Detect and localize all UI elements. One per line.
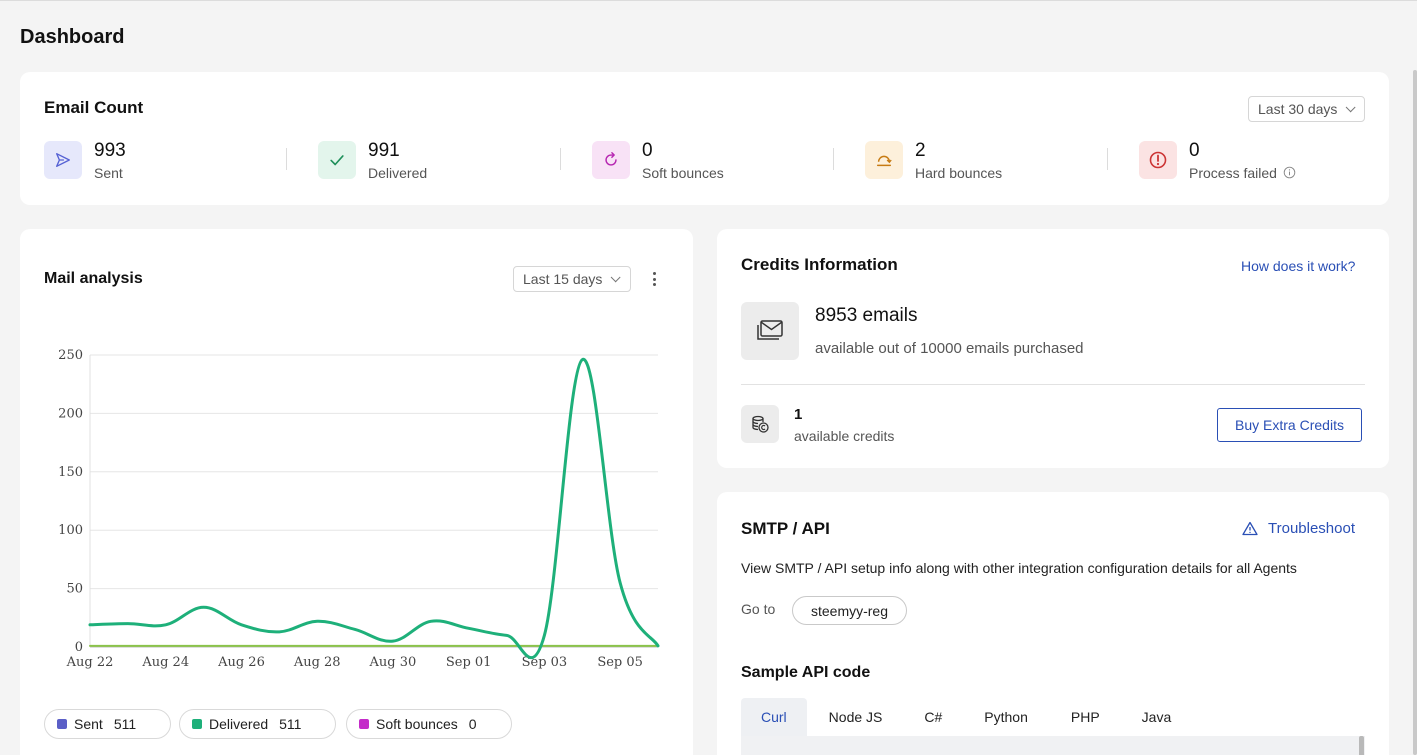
- troubleshoot-label: Troubleshoot: [1268, 520, 1355, 537]
- stat-value: 0: [642, 139, 653, 161]
- troubleshoot-link[interactable]: Troubleshoot: [1242, 520, 1355, 537]
- y-tick-label: 50: [66, 582, 83, 597]
- x-tick-label: Sep 01: [446, 655, 492, 670]
- smtp-description: View SMTP / API setup info along with ot…: [741, 560, 1297, 576]
- code-language-tabs: Curl Node JS C# Python PHP Java: [741, 698, 1192, 736]
- warning-icon: [1242, 521, 1258, 536]
- credits-subtitle: available credits: [794, 428, 895, 444]
- top-border: [0, 0, 1417, 1]
- buy-extra-credits-button[interactable]: Buy Extra Credits: [1217, 408, 1362, 442]
- legend-delivered[interactable]: Delivered 511: [179, 709, 336, 739]
- stat-process-failed: 0 Process failed: [1139, 139, 1296, 181]
- x-tick-label: Aug 26: [217, 655, 265, 670]
- legend-label: Soft bounces: [376, 716, 458, 732]
- stat-value: 2: [915, 139, 926, 161]
- stat-soft-bounces: 0 Soft bounces: [592, 139, 724, 181]
- y-tick-label: 100: [58, 523, 83, 538]
- email-count-range-dropdown[interactable]: Last 30 days: [1248, 96, 1365, 122]
- stat-value: 993: [94, 139, 126, 161]
- y-tick-label: 150: [58, 465, 83, 480]
- y-tick-label: 0: [75, 640, 83, 655]
- email-count-title: Email Count: [44, 98, 144, 117]
- legend-sent[interactable]: Sent 511: [44, 709, 171, 739]
- x-tick-label: Aug 22: [66, 655, 114, 670]
- info-icon[interactable]: [1283, 166, 1296, 179]
- bounce-back-icon: [865, 141, 903, 179]
- legend-value: 511: [113, 716, 137, 732]
- stat-label: Hard bounces: [915, 164, 1003, 181]
- mail-analysis-title: Mail analysis: [44, 270, 143, 287]
- divider: [1107, 148, 1108, 170]
- stat-label: Sent: [94, 164, 123, 181]
- y-tick-label: 200: [58, 406, 83, 421]
- stat-label: Delivered: [368, 164, 428, 181]
- stat-sent: 993 Sent: [44, 139, 126, 181]
- credits-count: 1: [794, 406, 803, 423]
- stat-value: 0: [1189, 139, 1200, 161]
- tab-php[interactable]: PHP: [1050, 698, 1121, 736]
- legend-soft-bounces[interactable]: Soft bounces 0: [346, 709, 512, 739]
- smtp-api-title: SMTP / API: [741, 519, 830, 538]
- tab-java[interactable]: Java: [1121, 698, 1193, 736]
- chevron-down-icon: [1346, 101, 1356, 112]
- range-label: Last 30 days: [1258, 101, 1338, 117]
- stat-hard-bounces: 2 Hard bounces: [865, 139, 1003, 181]
- stat-label: Process failed: [1189, 165, 1296, 181]
- credits-divider: [741, 384, 1365, 385]
- stat-value: 991: [368, 139, 400, 161]
- goto-label: Go to: [741, 601, 776, 617]
- more-options-icon[interactable]: [648, 270, 660, 288]
- how-does-it-work-link[interactable]: How does it work?: [1241, 258, 1355, 274]
- code-scrollbar[interactable]: [1359, 736, 1364, 755]
- stat-delivered: 991 Delivered: [318, 139, 428, 181]
- agent-chip[interactable]: steemyy-reg: [792, 596, 907, 625]
- send-icon: [44, 141, 82, 179]
- coins-icon: [741, 405, 779, 443]
- page-scrollbar[interactable]: [1413, 70, 1417, 755]
- sample-api-title: Sample API code: [741, 664, 871, 681]
- legend-swatch: [57, 719, 67, 729]
- credits-title: Credits Information: [741, 255, 898, 274]
- email-count-card: Email Count Last 30 days 993 Sent 991 De…: [20, 72, 1389, 205]
- divider: [560, 148, 561, 170]
- x-tick-label: Sep 05: [597, 655, 643, 670]
- x-tick-label: Aug 28: [293, 655, 341, 670]
- x-tick-label: Aug 24: [141, 655, 189, 670]
- emails-count: 8953 emails: [815, 305, 918, 326]
- x-tick-label: Aug 30: [369, 655, 417, 670]
- series-line: [88, 358, 660, 660]
- stat-label: Soft bounces: [642, 164, 724, 181]
- mail-analysis-chart: 0 50 100 150 200 250 Aug 22 Aug 24 Aug 26 Aug 28 A…: [58, 348, 660, 670]
- chevron-down-icon: [611, 271, 621, 282]
- page-title: Dashboard: [20, 26, 125, 48]
- check-icon: [318, 141, 356, 179]
- mail-analysis-card: Mail analysis Last 15 days 0 50 100 150 200 2…: [20, 229, 693, 755]
- emails-subtitle: available out of 10000 emails purchased: [815, 340, 1084, 357]
- tab-curl[interactable]: Curl: [741, 698, 807, 736]
- legend-value: 0: [468, 716, 477, 732]
- refresh-icon: [592, 141, 630, 179]
- divider: [286, 148, 287, 170]
- legend-swatch: [359, 719, 369, 729]
- y-tick-label: 250: [58, 348, 83, 363]
- alert-circle-icon: [1139, 141, 1177, 179]
- smtp-api-card: SMTP / API Troubleshoot View SMTP / API …: [717, 492, 1389, 755]
- envelope-icon: [741, 302, 799, 360]
- legend-value: 511: [279, 716, 302, 732]
- divider: [833, 148, 834, 170]
- range-label: Last 15 days: [523, 271, 603, 287]
- legend-swatch: [192, 719, 202, 729]
- code-sample-area: [741, 736, 1365, 755]
- tab-node-js[interactable]: Node JS: [807, 698, 905, 736]
- tab-csharp[interactable]: C#: [904, 698, 962, 736]
- legend-label: Sent: [74, 716, 103, 732]
- tab-python[interactable]: Python: [962, 698, 1050, 736]
- mail-analysis-range-dropdown[interactable]: Last 15 days: [513, 266, 631, 292]
- credits-card: Credits Information How does it work? 89…: [717, 229, 1389, 468]
- legend-label: Delivered: [209, 716, 269, 732]
